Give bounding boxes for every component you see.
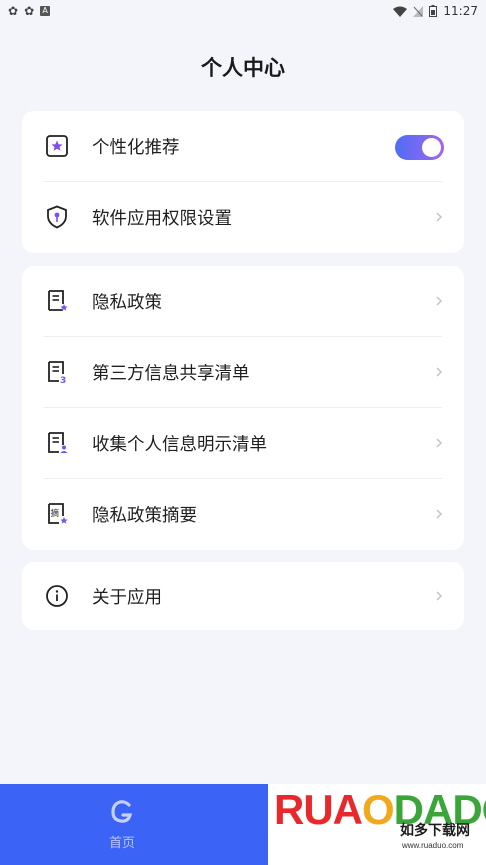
- watermark-cn: 如多下载网: [400, 823, 470, 839]
- watermark-url: www.ruaduo.com: [402, 841, 464, 850]
- wifi-icon: [393, 6, 408, 17]
- status-time: 11:27: [443, 4, 478, 18]
- privacy-summary-row[interactable]: 摘 隐私政策摘要: [22, 479, 464, 550]
- privacy-item-label: 隐私政策摘要: [92, 506, 197, 526]
- about-card: 关于应用: [22, 562, 464, 630]
- font-icon: A: [40, 6, 51, 16]
- battery-icon: [429, 5, 438, 17]
- status-bar-system: 11:27: [393, 4, 478, 18]
- app-permissions-row[interactable]: 软件应用权限设置: [22, 182, 464, 253]
- privacy-card: 隐私政策 3 第三方信息共享清单 收集个人信息明示清单 摘 隐私政策摘要: [22, 266, 464, 550]
- personalized-recommendation-label: 个性化推荐: [92, 138, 180, 158]
- personal-info-collection-row[interactable]: 收集个人信息明示清单: [22, 408, 464, 479]
- personalized-recommendation-row: 个性化推荐: [22, 111, 464, 182]
- signal-off-icon: [413, 5, 424, 17]
- document-user-icon: [48, 432, 68, 453]
- bottom-tab-bar: 首页: [0, 784, 268, 865]
- watermark-logo: RUAODADO 如多下载网 www.ruaduo.com: [268, 784, 486, 865]
- bug-icon: ✿: [8, 4, 19, 18]
- chevron-right-icon: [436, 509, 443, 519]
- document-summary-icon: 摘: [48, 503, 68, 524]
- personalized-recommendation-toggle[interactable]: [395, 135, 444, 160]
- status-bar-notifications: ✿ ✿ A: [8, 4, 51, 18]
- chevron-right-icon: [436, 212, 443, 222]
- privacy-item-label: 收集个人信息明示清单: [92, 435, 267, 455]
- status-bar: ✿ ✿ A 11:27: [0, 0, 486, 22]
- shield-key-icon: [47, 205, 67, 229]
- privacy-item-label: 隐私政策: [92, 293, 162, 313]
- svg-text:摘: 摘: [51, 508, 60, 519]
- chevron-right-icon: [436, 591, 443, 601]
- watermark-brand-left: RUA: [274, 786, 363, 833]
- settings-card: 个性化推荐 软件应用权限设置: [22, 111, 464, 253]
- toggle-knob: [422, 138, 441, 157]
- document-star-icon: [48, 290, 68, 311]
- chevron-right-icon: [436, 438, 443, 448]
- info-icon: [46, 585, 68, 607]
- privacy-policy-row[interactable]: 隐私政策: [22, 266, 464, 337]
- privacy-item-label: 第三方信息共享清单: [92, 364, 250, 384]
- bug-icon: ✿: [24, 4, 35, 18]
- document-three-icon: 3: [48, 361, 66, 385]
- star-box-icon: [46, 135, 68, 157]
- svg-text:3: 3: [60, 376, 66, 385]
- watermark-brand-mid: O: [362, 786, 395, 833]
- chevron-right-icon: [436, 367, 443, 377]
- app-permissions-label: 软件应用权限设置: [92, 209, 232, 229]
- third-party-sharing-row[interactable]: 3 第三方信息共享清单: [22, 337, 464, 408]
- page-title: 个人中心: [201, 56, 285, 80]
- about-app-label: 关于应用: [92, 587, 162, 608]
- tab-home[interactable]: 首页: [80, 794, 164, 858]
- app-logo-icon: [111, 800, 133, 823]
- tab-home-label: 首页: [108, 836, 135, 851]
- chevron-right-icon: [436, 296, 443, 306]
- about-app-row[interactable]: 关于应用: [22, 562, 464, 630]
